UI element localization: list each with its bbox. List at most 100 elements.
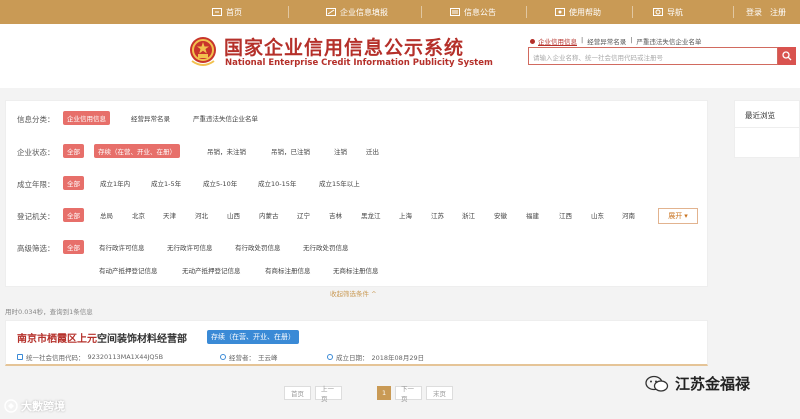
first-page-button[interactable]: 首页 (284, 386, 311, 400)
nav-announcement-label: 信息公告 (464, 7, 496, 17)
advanced-option[interactable]: 无商标注册信息 (329, 263, 383, 277)
authority-option[interactable]: 吉林 (325, 208, 346, 222)
status-option[interactable]: 全部 (63, 144, 84, 158)
authority-option[interactable]: 山东 (587, 208, 608, 222)
operator-field: 经营者： 王云峰 (220, 352, 278, 362)
search-button[interactable] (778, 47, 796, 65)
nav-home-label: 首页 (226, 7, 242, 17)
advanced-option[interactable]: 全部 (63, 240, 84, 254)
top-nav-bar: 首页 企业信息填报 信息公告 使用帮助 导航 登录 注册 (0, 0, 800, 24)
national-emblem-icon (190, 37, 216, 66)
advanced-option[interactable]: 有动产抵押登记信息 (95, 263, 162, 277)
search-tab-label: 经营异常名录 (587, 38, 627, 46)
authority-option[interactable]: 河南 (618, 208, 639, 222)
authority-option[interactable]: 内蒙古 (255, 208, 283, 222)
site-title: 国家企业信用信息公示系统 (224, 37, 465, 59)
advanced-option[interactable]: 无动产抵押登记信息 (178, 263, 245, 277)
authority-option[interactable]: 江西 (555, 208, 576, 222)
collapse-filters-link[interactable]: 收起筛选条件 ^ (330, 288, 377, 298)
nav-home[interactable]: 首页 (212, 0, 242, 24)
radio-icon (530, 38, 535, 44)
advanced-option[interactable]: 有商标注册信息 (261, 263, 315, 277)
company-name-rest: 空间装饰材料经营部 (97, 334, 187, 345)
nav-divider (733, 6, 734, 18)
founded-date-label: 成立日期： (336, 354, 369, 362)
filter-panel: 信息分类： 企业信用信息 经营异常名录 严重违法失信企业名单 企业状态： 全部 … (5, 100, 708, 287)
result-item[interactable]: 南京市栖霞区上元空间装饰材料经营部 存续（在营、开业、在册） 统一社会信用代码：… (5, 320, 708, 366)
announce-icon (450, 8, 460, 16)
search-input[interactable]: 请输入企业名称、统一社会信用代码或注册号 (528, 47, 778, 65)
status-badge: 存续（在营、开业、在册） (207, 330, 299, 344)
authority-option[interactable]: 福建 (522, 208, 543, 222)
nav-navigation-label: 导航 (667, 7, 683, 17)
search-tab-credit[interactable]: 企业信用信息 (530, 36, 577, 46)
nav-report[interactable]: 企业信息填报 (326, 0, 388, 24)
tab-divider: | (581, 36, 584, 44)
authority-label: 登记机关： (17, 212, 55, 221)
authority-option[interactable]: 天津 (159, 208, 180, 222)
authority-option[interactable]: 黑龙江 (357, 208, 385, 222)
expand-authority-button[interactable]: 展开 ▾ (658, 208, 698, 224)
login-link[interactable]: 登录 (746, 7, 762, 18)
last-page-button[interactable]: 末页 (426, 386, 453, 400)
watermark-left-text: 大數跨境 (21, 400, 65, 413)
authority-option[interactable]: 全部 (63, 208, 84, 222)
age-option[interactable]: 成立10-15年 (254, 176, 300, 190)
nav-register[interactable]: 注册 (770, 0, 786, 24)
nav-report-label: 企业信息填报 (340, 7, 388, 17)
site-header: 国家企业信用信息公示系统 National Enterprise Credit … (0, 24, 800, 88)
advanced-option[interactable]: 有行政处罚信息 (231, 240, 285, 254)
category-option[interactable]: 经营异常名录 (127, 111, 174, 125)
authority-option[interactable]: 上海 (395, 208, 416, 222)
authority-option[interactable]: 安徽 (490, 208, 511, 222)
authority-option[interactable]: 江苏 (427, 208, 448, 222)
status-option[interactable]: 注销 (330, 144, 351, 158)
category-option[interactable]: 企业信用信息 (63, 111, 110, 125)
age-option[interactable]: 全部 (63, 176, 84, 190)
nav-help-label: 使用帮助 (569, 7, 601, 17)
authority-option[interactable]: 浙江 (458, 208, 479, 222)
person-icon (220, 354, 226, 360)
age-option[interactable]: 成立5-10年 (199, 176, 241, 190)
status-option[interactable]: 存续（在营、开业、在册） (94, 144, 180, 158)
age-option[interactable]: 成立15年以上 (315, 176, 364, 190)
age-option[interactable]: 成立1年内 (96, 176, 134, 190)
nav-divider (288, 6, 289, 18)
nav-announcement[interactable]: 信息公告 (450, 0, 496, 24)
nav-navigation[interactable]: 导航 (653, 0, 683, 24)
page-number-button[interactable]: 1 (377, 386, 391, 400)
watermark-right: 江苏金福禄 (645, 373, 750, 394)
nav-help[interactable]: 使用帮助 (555, 0, 601, 24)
advanced-option[interactable]: 无行政许可信息 (163, 240, 217, 254)
status-option[interactable]: 迁出 (362, 144, 383, 158)
search-tab-blacklist[interactable]: 严重违法失信企业名单 (636, 36, 701, 46)
search-type-tabs: 企业信用信息 | 经营异常名录 | 严重违法失信企业名单 (530, 36, 701, 46)
status-option[interactable]: 吊销，未注销 (203, 144, 250, 158)
company-name-link[interactable]: 南京市栖霞区上元空间装饰材料经营部 (17, 330, 187, 345)
advanced-option[interactable]: 有行政许可信息 (95, 240, 149, 254)
authority-option[interactable]: 山西 (223, 208, 244, 222)
authority-option[interactable]: 辽宁 (293, 208, 314, 222)
authority-option[interactable]: 总局 (96, 208, 117, 222)
search-tab-abnormal[interactable]: 经营异常名录 (587, 36, 626, 46)
authority-option[interactable]: 河北 (191, 208, 212, 222)
search-tab-label: 严重违法失信企业名单 (636, 38, 702, 46)
chevron-down-icon: ▾ (684, 212, 688, 220)
nav-login[interactable]: 登录 (746, 0, 762, 24)
age-option[interactable]: 成立1-5年 (147, 176, 185, 190)
recent-views-title: 最近浏览 (735, 101, 799, 128)
site-subtitle: National Enterprise Credit Information P… (225, 58, 493, 68)
status-option[interactable]: 吊销，已注销 (267, 144, 314, 158)
home-icon (212, 8, 222, 16)
authority-option[interactable]: 北京 (128, 208, 149, 222)
advanced-label: 高级筛选： (17, 244, 55, 253)
register-link[interactable]: 注册 (770, 7, 786, 18)
search-tab-label: 企业信用信息 (538, 38, 577, 46)
next-page-button[interactable]: 下一页 (395, 385, 422, 403)
recent-views-panel: 最近浏览 (734, 100, 800, 158)
prev-page-button[interactable]: 上一页 (315, 385, 342, 403)
operator-label: 经营者： (229, 354, 255, 362)
advanced-option[interactable]: 无行政处罚信息 (299, 240, 353, 254)
category-option[interactable]: 严重违法失信企业名单 (189, 111, 262, 125)
wechat-icon (645, 375, 669, 392)
